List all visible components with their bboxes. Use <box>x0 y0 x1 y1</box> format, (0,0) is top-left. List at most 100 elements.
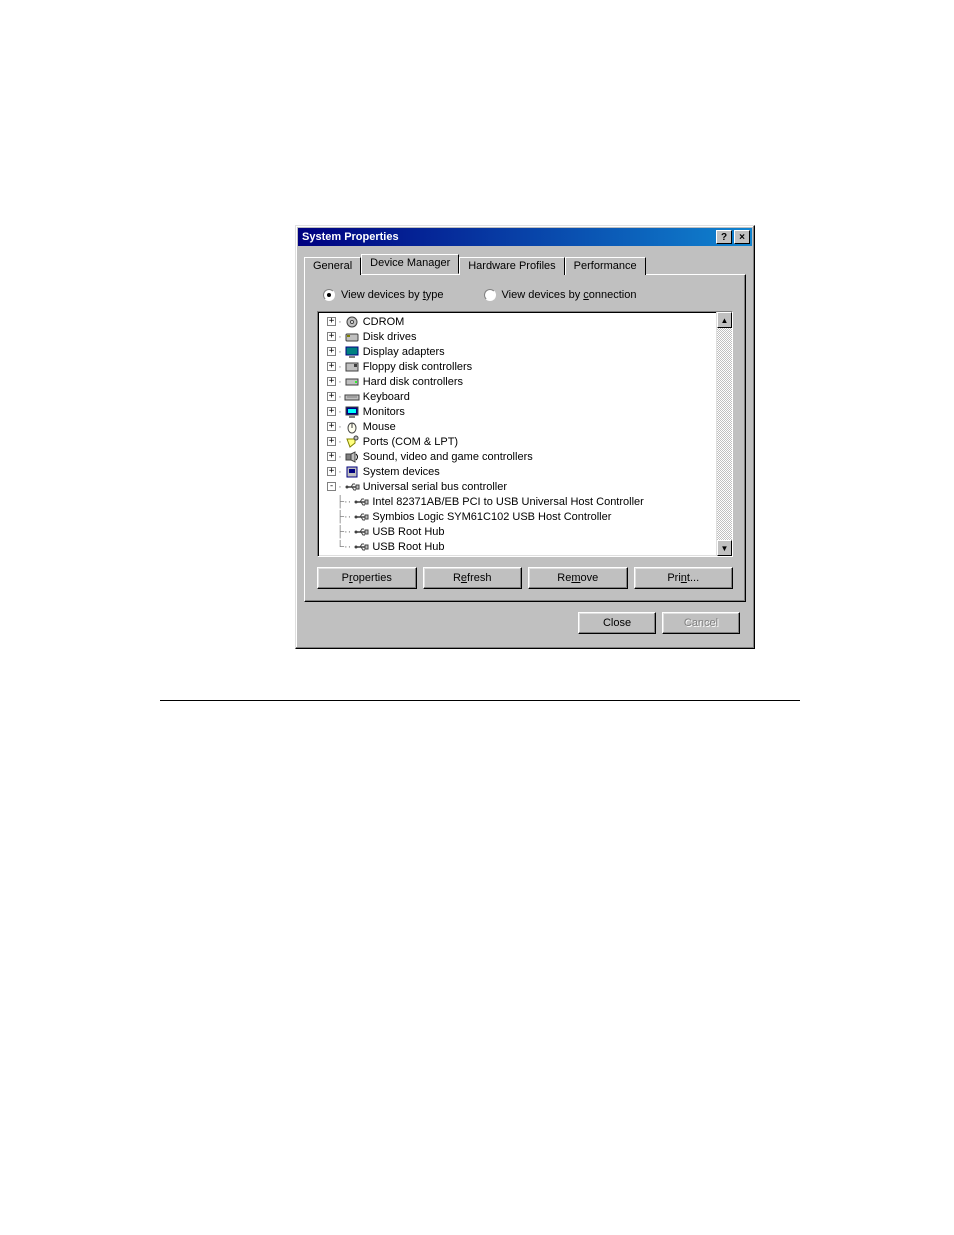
tree-node-label: Monitors <box>363 406 405 418</box>
tree-node[interactable]: +·Monitors <box>324 404 714 419</box>
tree-node-label: Display adapters <box>363 346 445 358</box>
help-button[interactable]: ? <box>716 230 732 244</box>
dialog-button-row: Close Cancel <box>304 602 746 638</box>
monitor-icon <box>344 405 360 419</box>
ports-icon <box>344 435 360 449</box>
action-button-row: Properties Refresh Remove Print... <box>317 567 733 589</box>
cdrom-icon <box>344 315 360 329</box>
view-mode-radios: View devices by type View devices by con… <box>317 285 733 311</box>
help-icon: ? <box>721 232 727 243</box>
cancel-button: Cancel <box>662 612 740 634</box>
tree-node-label: Keyboard <box>363 391 410 403</box>
sound-icon <box>344 450 360 464</box>
tree-node-label: Ports (COM & LPT) <box>363 436 458 448</box>
expander-icon[interactable]: + <box>327 347 336 356</box>
tab-panel: View devices by type View devices by con… <box>304 274 746 602</box>
expander-icon[interactable]: + <box>327 437 336 446</box>
expander-icon[interactable]: + <box>327 407 336 416</box>
radio-view-by-type[interactable]: View devices by type <box>323 289 444 301</box>
tree-node-label: Mouse <box>363 421 396 433</box>
tree-node[interactable]: +·Ports (COM & LPT) <box>324 434 714 449</box>
radio-label: View devices by type <box>341 289 444 301</box>
expander-icon[interactable]: + <box>327 317 336 326</box>
tree-node[interactable]: +·Keyboard <box>324 389 714 404</box>
tree-node-label: Sound, video and game controllers <box>363 451 533 463</box>
tree-node-label: Symbios Logic SYM61C102 USB Host Control… <box>372 511 611 523</box>
tree-node-label: Floppy disk controllers <box>363 361 472 373</box>
tree-node[interactable]: └··USB Root Hub <box>324 539 714 554</box>
tree-node-label: Intel 82371AB/EB PCI to USB Universal Ho… <box>372 496 643 508</box>
tree-node-label: System devices <box>363 466 440 478</box>
tabstrip: General Device Manager Hardware Profiles… <box>304 254 746 274</box>
tree-node[interactable]: +·Mouse <box>324 419 714 434</box>
expander-icon[interactable]: + <box>327 392 336 401</box>
tab-label: Hardware Profiles <box>468 260 555 272</box>
dialog-body: General Device Manager Hardware Profiles… <box>296 248 754 648</box>
tab-label: General <box>313 260 352 272</box>
tree-node[interactable]: +·Sound, video and game controllers <box>324 449 714 464</box>
button-label: Close <box>603 617 631 629</box>
expander-icon[interactable]: + <box>327 362 336 371</box>
tab-general[interactable]: General <box>304 257 361 275</box>
tab-performance[interactable]: Performance <box>565 257 646 275</box>
tree-node-label: Universal serial bus controller <box>363 481 507 493</box>
device-tree-container: +·CDROM +·Disk drives +·Display adapters… <box>317 311 733 557</box>
tree-node[interactable]: +·Disk drives <box>324 329 714 344</box>
tree-node[interactable]: +·Display adapters <box>324 344 714 359</box>
close-icon: × <box>739 232 745 243</box>
chevron-down-icon: ▼ <box>721 544 729 553</box>
hdd-icon <box>344 375 360 389</box>
usb-icon <box>353 525 369 539</box>
radio-icon <box>323 289 335 301</box>
scroll-down-button[interactable]: ▼ <box>717 540 732 556</box>
expander-icon[interactable]: + <box>327 377 336 386</box>
display-icon <box>344 345 360 359</box>
refresh-button[interactable]: Refresh <box>423 567 523 589</box>
tree-node[interactable]: ├··USB Root Hub <box>324 524 714 539</box>
tree-node-label: USB Root Hub <box>372 526 444 538</box>
tree-node[interactable]: +·System devices <box>324 464 714 479</box>
floppy-icon <box>344 360 360 374</box>
radio-icon <box>484 289 496 301</box>
expander-icon[interactable]: + <box>327 422 336 431</box>
page-divider <box>160 700 800 701</box>
tree-node[interactable]: ├··Symbios Logic SYM61C102 USB Host Cont… <box>324 509 714 524</box>
scroll-track[interactable] <box>717 328 732 540</box>
usb-icon <box>353 510 369 524</box>
scrollbar[interactable]: ▲ ▼ <box>716 312 732 556</box>
tab-label: Performance <box>574 260 637 272</box>
tab-device-manager[interactable]: Device Manager <box>361 254 459 274</box>
tree-node[interactable]: +·CDROM <box>324 314 714 329</box>
system-icon <box>344 465 360 479</box>
expander-icon[interactable]: + <box>327 452 336 461</box>
close-dialog-button[interactable]: Close <box>578 612 656 634</box>
tree-node[interactable]: +·Hard disk controllers <box>324 374 714 389</box>
tree-node[interactable]: +·Floppy disk controllers <box>324 359 714 374</box>
system-properties-dialog: System Properties ? × General Device Man… <box>295 225 755 649</box>
device-tree[interactable]: +·CDROM +·Disk drives +·Display adapters… <box>318 312 716 556</box>
usb-icon <box>353 540 369 554</box>
close-button[interactable]: × <box>734 230 750 244</box>
print-button[interactable]: Print... <box>634 567 734 589</box>
window-title: System Properties <box>302 231 714 243</box>
tab-label: Device Manager <box>370 257 450 269</box>
usb-icon <box>353 495 369 509</box>
keyboard-icon <box>344 390 360 404</box>
tree-node[interactable]: ├··Intel 82371AB/EB PCI to USB Universal… <box>324 494 714 509</box>
tree-node-label: Disk drives <box>363 331 417 343</box>
mouse-icon <box>344 420 360 434</box>
remove-button[interactable]: Remove <box>528 567 628 589</box>
expander-icon[interactable]: - <box>327 482 336 491</box>
titlebar: System Properties ? × <box>298 228 752 246</box>
usb-icon <box>344 480 360 494</box>
radio-view-by-connection[interactable]: View devices by connection <box>484 289 637 301</box>
expander-icon[interactable]: + <box>327 467 336 476</box>
disk-icon <box>344 330 360 344</box>
tree-node-label: Hard disk controllers <box>363 376 463 388</box>
tree-node[interactable]: -·Universal serial bus controller <box>324 479 714 494</box>
properties-button[interactable]: Properties <box>317 567 417 589</box>
chevron-up-icon: ▲ <box>721 316 729 325</box>
scroll-up-button[interactable]: ▲ <box>717 312 732 328</box>
tab-hardware-profiles[interactable]: Hardware Profiles <box>459 257 564 275</box>
expander-icon[interactable]: + <box>327 332 336 341</box>
